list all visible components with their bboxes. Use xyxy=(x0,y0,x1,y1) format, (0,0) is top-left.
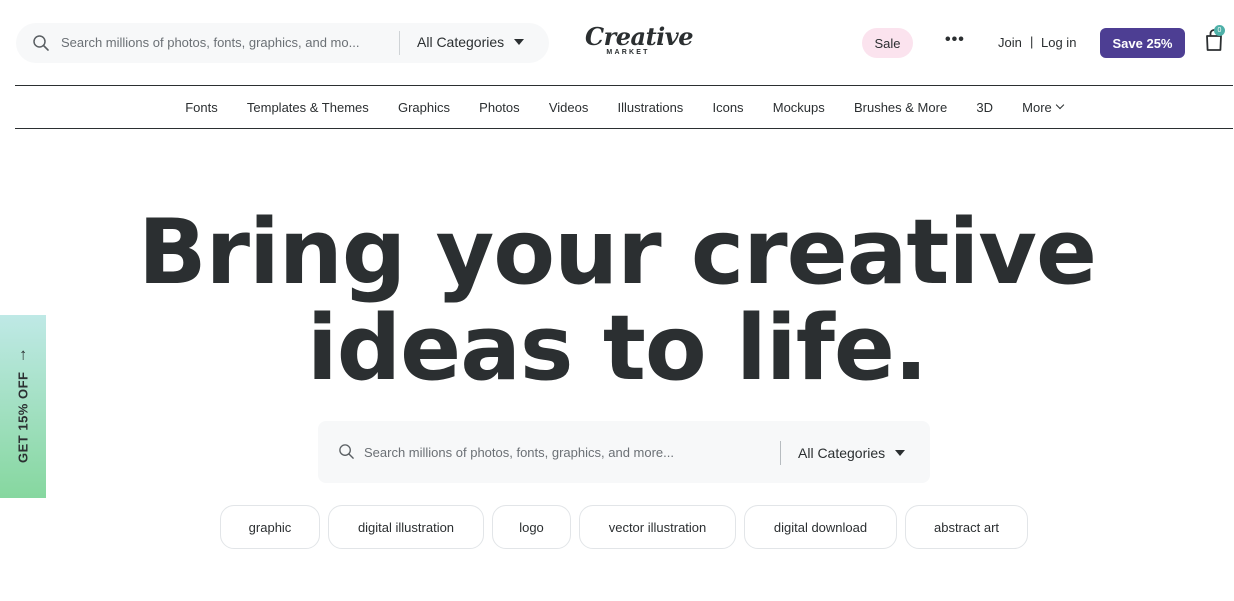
join-link[interactable]: Join xyxy=(998,35,1022,50)
hero-search-bar[interactable]: Search millions of photos, fonts, graphi… xyxy=(318,421,930,483)
nav-item-brushes-more[interactable]: Brushes & More xyxy=(839,100,961,115)
nav-item-templates-themes[interactable]: Templates & Themes xyxy=(232,100,383,115)
hero-title-line-1: Bring your creative xyxy=(137,200,1097,305)
tag-vector-illustration[interactable]: vector illustration xyxy=(579,505,736,549)
nav-item-illustrations[interactable]: Illustrations xyxy=(603,100,698,115)
hero-headline: Bring your creative ideas to life. xyxy=(0,205,1234,397)
more-dots-icon[interactable]: ••• xyxy=(945,32,965,48)
nav-item-photos[interactable]: Photos xyxy=(465,100,535,115)
nav-item-icons[interactable]: Icons xyxy=(698,100,758,115)
tag-abstract-art[interactable]: abstract art xyxy=(905,505,1028,549)
nav-item-mockups[interactable]: Mockups xyxy=(758,100,839,115)
sale-button[interactable]: Sale xyxy=(862,28,913,58)
header-search-bar[interactable]: Search millions of photos, fonts, graphi… xyxy=(16,23,549,63)
nav-more-label: More xyxy=(1022,99,1052,115)
hero-search-input[interactable]: Search millions of photos, fonts, graphi… xyxy=(364,445,674,460)
login-link[interactable]: Log in xyxy=(1041,35,1076,50)
arrow-up-icon: ↑ xyxy=(18,346,28,364)
header-category-select[interactable]: All Categories xyxy=(417,34,525,50)
save-25-button[interactable]: Save 25% xyxy=(1100,28,1185,58)
popular-tags: graphic digital illustration logo vector… xyxy=(220,505,1028,549)
nav-item-graphics[interactable]: Graphics xyxy=(383,100,464,115)
creative-market-logo[interactable]: Creative MARKET xyxy=(585,22,693,64)
cart-count-badge: 0 xyxy=(1214,25,1225,36)
hero-category-select[interactable]: All Categories xyxy=(798,445,906,461)
category-label: All Categories xyxy=(417,34,505,50)
search-divider xyxy=(780,441,781,465)
caret-down-icon xyxy=(514,39,525,45)
nav-item-videos[interactable]: Videos xyxy=(534,100,603,115)
nav-item-3d[interactable]: 3D xyxy=(962,100,1008,115)
hero-title-line-2: ideas to life. xyxy=(306,296,928,401)
nav-item-more[interactable]: More xyxy=(1008,100,1078,115)
category-nav: Fonts Templates & Themes Graphics Photos… xyxy=(15,85,1233,129)
caret-down-icon xyxy=(895,450,906,456)
tag-digital-download[interactable]: digital download xyxy=(744,505,897,549)
tag-digital-illustration[interactable]: digital illustration xyxy=(328,505,484,549)
promo-label: GET 15% OFF xyxy=(15,371,31,463)
tag-logo[interactable]: logo xyxy=(492,505,571,549)
site-header: Search millions of photos, fonts, graphi… xyxy=(0,0,1234,85)
tag-graphic[interactable]: graphic xyxy=(220,505,320,549)
nav-item-fonts[interactable]: Fonts xyxy=(171,100,233,115)
search-icon xyxy=(33,35,49,51)
header-search-input[interactable]: Search millions of photos, fonts, graphi… xyxy=(61,35,373,50)
chevron-down-icon xyxy=(1055,100,1065,110)
logo-wordmark: Creative xyxy=(585,22,693,51)
discount-promo-tab[interactable]: GET 15% OFF ↑ xyxy=(0,315,46,498)
search-divider xyxy=(399,31,400,55)
auth-separator: | xyxy=(1030,34,1034,49)
search-icon xyxy=(339,444,354,459)
category-label: All Categories xyxy=(798,445,886,461)
